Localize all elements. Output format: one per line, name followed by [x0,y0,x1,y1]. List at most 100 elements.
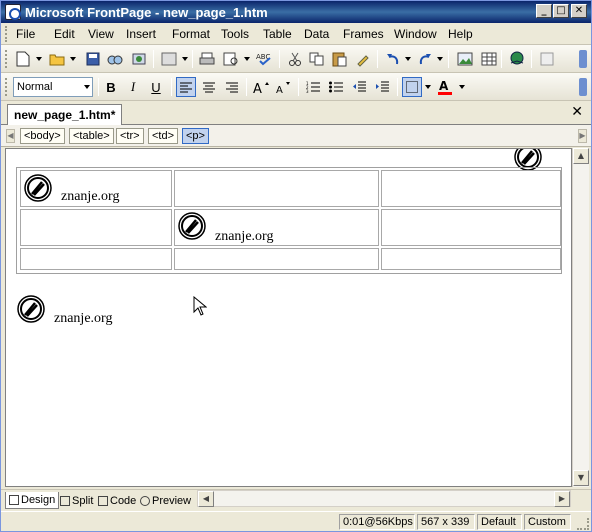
spelling-icon[interactable]: ABC [255,49,275,69]
toolbar-options-icon[interactable] [579,78,587,96]
toolbar-grip[interactable] [5,50,9,68]
redo-icon[interactable] [415,49,435,69]
menubar-grip[interactable] [5,26,9,42]
font-color-icon[interactable]: A [435,77,455,97]
tag-scroll-left-icon[interactable]: ◀ [6,129,15,143]
table-cell[interactable] [381,170,561,207]
minimize-button[interactable]: _ [536,4,552,18]
copy-icon[interactable] [307,49,327,69]
web-component-icon[interactable] [159,49,179,69]
folder-list-icon[interactable] [537,49,557,69]
undo-dropdown-icon[interactable] [405,57,411,61]
bullets-icon[interactable] [326,77,346,97]
tab-code[interactable]: Code [95,492,139,509]
decrease-indent-icon[interactable] [349,77,369,97]
tag-td[interactable]: <td> [148,128,179,144]
insert-table-icon[interactable] [479,49,499,69]
tag-table[interactable]: <table> [69,128,114,144]
font-color-dropdown-icon[interactable] [459,85,465,89]
scroll-down-icon[interactable]: ▼ [573,470,589,486]
design-canvas[interactable]: znanje.org znanje.org znanje.org [5,148,572,487]
menu-help[interactable]: Help [448,27,473,41]
open-dropdown-icon[interactable] [70,57,76,61]
italic-button[interactable]: I [123,77,143,97]
underline-button[interactable]: U [146,77,166,97]
search-icon[interactable] [105,49,125,69]
new-dropdown-icon[interactable] [36,57,42,61]
close-button[interactable]: ✕ [571,4,587,18]
table-cell[interactable] [381,248,561,270]
menu-frames[interactable]: Frames [343,27,384,41]
numbering-icon[interactable]: 123 [303,77,323,97]
menu-file[interactable]: File [16,27,35,41]
align-left-button[interactable] [176,77,196,97]
style-select[interactable]: Normal [13,77,93,97]
borders-button[interactable] [402,77,422,97]
horizontal-scrollbar[interactable]: ◀ ▶ [197,490,571,507]
resize-grip-icon[interactable] [577,518,589,530]
menu-format[interactable]: Format [172,27,210,41]
undo-icon[interactable] [383,49,403,69]
redo-dropdown-icon[interactable] [437,57,443,61]
tab-new-page-1[interactable]: new_page_1.htm* [7,104,123,125]
increase-indent-icon[interactable] [372,77,392,97]
cell-text: znanje.org [215,229,274,244]
menu-table[interactable]: Table [263,27,292,41]
publish-icon[interactable] [129,49,149,69]
bold-button[interactable]: B [101,77,121,97]
tab-preview[interactable]: Preview [137,492,194,509]
increase-font-size-icon[interactable]: A [251,77,271,97]
toolbar-options-icon[interactable] [579,50,587,68]
paste-icon[interactable] [330,49,350,69]
tab-design-label: Design [21,494,56,506]
borders-dropdown-icon[interactable] [425,85,431,89]
browser-mode[interactable]: Default [477,514,522,530]
scroll-right-icon[interactable]: ▶ [554,491,570,507]
restore-button[interactable]: □ [553,4,569,18]
new-page-icon[interactable] [13,49,33,69]
format-painter-icon[interactable] [353,49,373,69]
menu-tools[interactable]: Tools [221,27,249,41]
tag-scroll-right-icon[interactable]: ▶ [578,129,587,143]
table-cell[interactable]: znanje.org [174,209,379,246]
logo-icon[interactable] [16,294,46,324]
chevron-down-icon[interactable] [84,85,90,89]
align-center-button[interactable] [199,77,219,97]
menu-data[interactable]: Data [304,27,329,41]
menu-window[interactable]: Window [394,27,437,41]
menu-edit[interactable]: Edit [54,27,75,41]
open-folder-icon[interactable] [47,49,67,69]
tab-split[interactable]: Split [57,492,96,509]
cut-icon[interactable] [285,49,305,69]
decrease-font-size-icon[interactable]: A [273,77,293,97]
table-cell[interactable] [20,248,172,270]
tag-tr[interactable]: <tr> [116,128,144,144]
table-cell[interactable] [174,170,379,207]
insert-picture-icon[interactable] [455,49,475,69]
preview-in-browser-icon[interactable] [221,49,241,69]
toolbar-grip[interactable] [5,78,9,96]
save-icon[interactable] [83,49,103,69]
close-document-icon[interactable]: ✕ [571,104,583,120]
vertical-scrollbar[interactable]: ▲ ▼ [572,148,589,487]
menu-insert[interactable]: Insert [126,27,156,41]
frontpage-app-icon[interactable] [5,4,21,20]
scroll-left-icon[interactable]: ◀ [198,491,214,507]
align-right-button[interactable] [222,77,242,97]
scroll-up-icon[interactable]: ▲ [573,148,589,164]
preview-dropdown-icon[interactable] [244,57,250,61]
schema-mode[interactable]: Custom [524,514,571,530]
menu-view[interactable]: View [88,27,114,41]
title-bar[interactable]: Microsoft FrontPage - new_page_1.htm _ □… [1,1,591,23]
table-cell[interactable] [20,209,172,246]
tag-p[interactable]: <p> [182,128,209,144]
tag-body[interactable]: <body> [20,128,65,144]
table-cell[interactable] [174,248,379,270]
web-component-dropdown-icon[interactable] [182,57,188,61]
tab-design[interactable]: Design [5,492,60,509]
paragraph-text[interactable]: znanje.org [54,311,112,327]
print-icon[interactable] [197,49,217,69]
table-cell[interactable]: znanje.org [20,170,172,207]
table-cell[interactable] [381,209,561,246]
hyperlink-icon[interactable] [507,49,527,69]
